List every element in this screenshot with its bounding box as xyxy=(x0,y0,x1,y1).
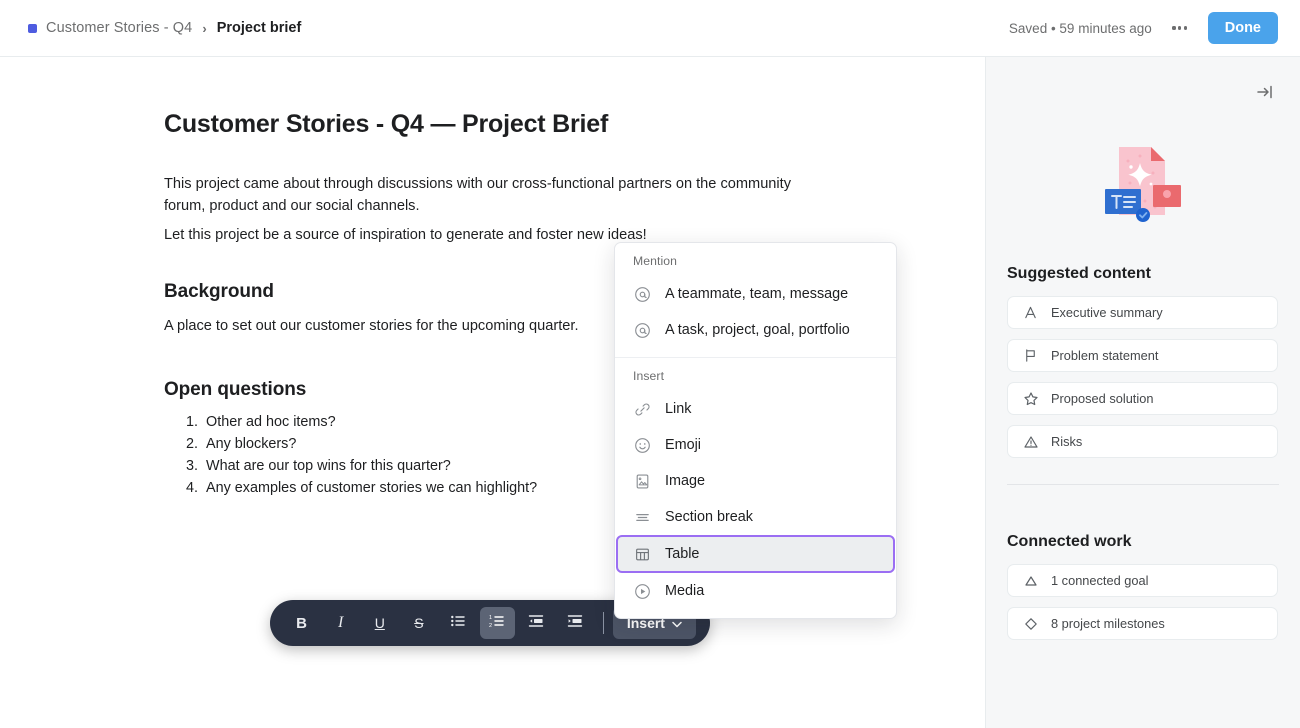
menu-item-label: Image xyxy=(665,473,705,489)
ellipsis-icon xyxy=(1178,26,1181,29)
milestone-diamond-icon xyxy=(1022,615,1039,632)
menu-item-label: A teammate, team, message xyxy=(665,286,848,302)
breadcrumb-chevron-icon: › xyxy=(202,21,206,36)
menu-item-image[interactable]: Image xyxy=(615,463,896,499)
menu-item-mention-task[interactable]: A task, project, goal, portfolio xyxy=(615,312,896,348)
menu-group-label: Insert xyxy=(615,369,896,391)
suggested-item-proposed-solution[interactable]: Proposed solution xyxy=(1007,382,1278,415)
more-actions-button[interactable] xyxy=(1166,15,1194,41)
connected-work-list: 1 connected goal 8 project milestones xyxy=(986,564,1300,640)
numbered-list-icon: 1 2 xyxy=(489,613,505,633)
insert-dropdown-menu: Mention A teammate, team, message xyxy=(614,242,897,619)
save-status-text: Saved • 59 minutes ago xyxy=(1009,21,1152,36)
suggested-item-risks[interactable]: Risks xyxy=(1007,425,1278,458)
text-a-icon xyxy=(1022,304,1039,321)
insert-menu-group-mention: Mention A teammate, team, message xyxy=(615,243,896,357)
toolbar-divider xyxy=(603,612,604,634)
bulleted-list-button[interactable] xyxy=(440,607,475,639)
bold-button[interactable]: B xyxy=(284,607,319,639)
connected-work-section: Connected work 1 connected goal xyxy=(986,533,1300,640)
connected-item-milestones[interactable]: 8 project milestones xyxy=(1007,607,1278,640)
menu-item-label: Table xyxy=(665,546,699,562)
indent-button[interactable] xyxy=(558,607,593,639)
document-sparkle-illustration xyxy=(986,139,1300,231)
menu-item-emoji[interactable]: Emoji xyxy=(615,427,896,463)
goal-triangle-icon xyxy=(1022,572,1039,589)
menu-item-label: Section break xyxy=(665,509,753,525)
breadcrumb: Customer Stories - Q4 › Project brief xyxy=(28,20,301,36)
document-editor-app: Customer Stories - Q4 › Project brief Sa… xyxy=(0,0,1300,728)
image-icon xyxy=(633,472,651,490)
menu-item-section-break[interactable]: Section break xyxy=(615,499,896,535)
svg-text:1: 1 xyxy=(489,615,492,621)
menu-item-table[interactable]: Table xyxy=(616,535,895,573)
italic-icon: I xyxy=(338,614,343,632)
underline-icon: U xyxy=(375,615,385,631)
menu-item-label: A task, project, goal, portfolio xyxy=(665,322,850,338)
breadcrumb-current: Project brief xyxy=(217,20,302,36)
suggested-content-title: Suggested content xyxy=(986,265,1300,283)
connected-item-label: 8 project milestones xyxy=(1051,616,1165,631)
table-icon xyxy=(633,545,651,563)
suggested-item-executive-summary[interactable]: Executive summary xyxy=(1007,296,1278,329)
right-sidebar: Suggested content Executive summary xyxy=(985,57,1300,728)
document-title[interactable]: Customer Stories - Q4 — Project Brief xyxy=(164,109,855,140)
connected-work-title: Connected work xyxy=(986,533,1300,551)
menu-item-label: Link xyxy=(665,401,691,417)
indent-icon xyxy=(567,613,583,633)
bold-icon: B xyxy=(296,615,307,632)
flag-icon xyxy=(1022,347,1039,364)
at-circle-icon xyxy=(633,321,651,339)
connected-item-label: 1 connected goal xyxy=(1051,573,1148,588)
suggested-content-section: Suggested content Executive summary xyxy=(986,265,1300,458)
at-circle-icon xyxy=(633,285,651,303)
insert-menu-group-insert: Insert Link xyxy=(615,357,896,618)
menu-item-label: Emoji xyxy=(665,437,701,453)
svg-text:2: 2 xyxy=(489,623,492,629)
media-play-icon xyxy=(633,582,651,600)
section-break-icon xyxy=(633,508,651,526)
menu-item-mention-teammate[interactable]: A teammate, team, message xyxy=(615,276,896,312)
strikethrough-button[interactable]: S xyxy=(401,607,436,639)
connected-item-goal[interactable]: 1 connected goal xyxy=(1007,564,1278,597)
menu-item-label: Media xyxy=(665,583,704,599)
document-paragraph[interactable]: This project came about through discussi… xyxy=(164,174,824,217)
underline-button[interactable]: U xyxy=(362,607,397,639)
outdent-button[interactable] xyxy=(519,607,554,639)
top-bar-actions: Saved • 59 minutes ago Done xyxy=(1009,12,1278,44)
menu-item-media[interactable]: Media xyxy=(615,573,896,609)
suggested-content-list: Executive summary Problem statement xyxy=(986,296,1300,458)
suggested-item-label: Proposed solution xyxy=(1051,391,1153,406)
suggested-item-label: Problem statement xyxy=(1051,348,1158,363)
done-button[interactable]: Done xyxy=(1208,12,1278,44)
strikethrough-icon: S xyxy=(414,615,423,631)
breadcrumb-parent-link[interactable]: Customer Stories - Q4 xyxy=(46,20,192,36)
outdent-icon xyxy=(528,613,544,633)
collapse-panel-icon[interactable] xyxy=(1252,79,1278,105)
warning-triangle-icon xyxy=(1022,433,1039,450)
project-color-dot-icon xyxy=(28,24,37,33)
bulleted-list-icon xyxy=(450,613,466,633)
star-icon xyxy=(1022,390,1039,407)
emoji-icon xyxy=(633,436,651,454)
menu-item-link[interactable]: Link xyxy=(615,391,896,427)
suggested-item-problem-statement[interactable]: Problem statement xyxy=(1007,339,1278,372)
menu-group-label: Mention xyxy=(615,254,896,276)
link-icon xyxy=(633,400,651,418)
ellipsis-icon xyxy=(1184,26,1187,29)
suggested-item-label: Risks xyxy=(1051,434,1082,449)
italic-button[interactable]: I xyxy=(323,607,358,639)
top-bar: Customer Stories - Q4 › Project brief Sa… xyxy=(0,0,1300,57)
numbered-list-button[interactable]: 1 2 xyxy=(480,607,515,639)
sidebar-divider xyxy=(1007,484,1279,485)
ellipsis-icon xyxy=(1172,26,1175,29)
suggested-item-label: Executive summary xyxy=(1051,305,1163,320)
